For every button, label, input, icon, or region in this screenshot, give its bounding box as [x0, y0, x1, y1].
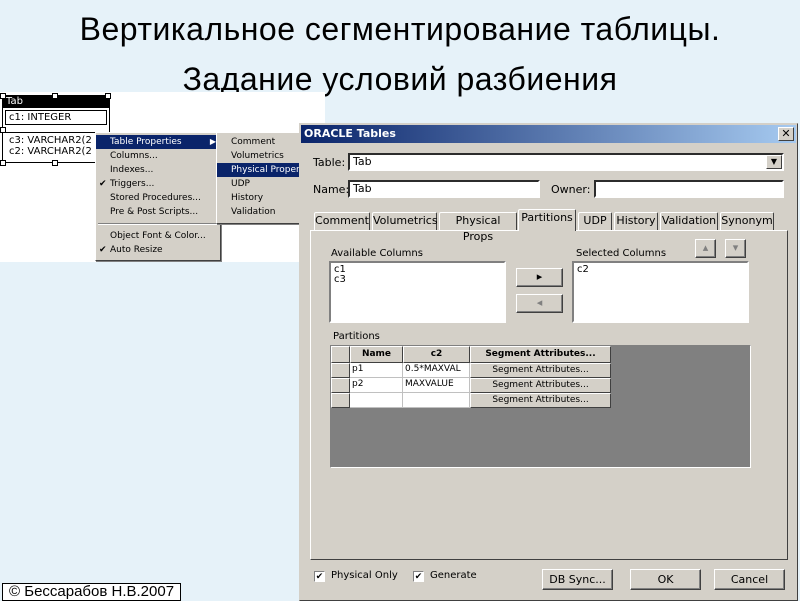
- grid-header-name[interactable]: Name: [350, 346, 403, 363]
- check-icon: ✔: [99, 245, 107, 255]
- menu-item-triggers[interactable]: ✔ Triggers...: [96, 177, 220, 191]
- menu-item-columns[interactable]: Columns...: [96, 149, 220, 163]
- submenu-item-physical-property[interactable]: Physical Property: [217, 163, 309, 177]
- menu-item-auto-resize[interactable]: ✔ Auto Resize: [96, 243, 220, 257]
- segment-attributes-button[interactable]: Segment Attributes...: [470, 378, 611, 393]
- table-row-header[interactable]: [331, 378, 350, 393]
- dialog-title: ORACLE Tables: [304, 127, 396, 140]
- move-left-button[interactable]: ◂: [516, 294, 563, 313]
- slide-title: Вертикальное сегментирование таблицы. За…: [0, 4, 800, 104]
- grid-cell-name[interactable]: [350, 393, 403, 408]
- list-item[interactable]: c2: [577, 265, 744, 275]
- owner-label: Owner:: [551, 183, 591, 196]
- submenu-item-volumetrics[interactable]: Volumetrics: [217, 149, 301, 163]
- selected-columns-list[interactable]: c2: [572, 261, 749, 323]
- grid-corner: [331, 346, 350, 363]
- menu-item-table-properties[interactable]: Table Properties ▶: [96, 135, 220, 149]
- slide-title-line1: Вертикальное сегментирование таблицы.: [79, 11, 721, 47]
- chevron-down-icon[interactable]: ▼: [766, 155, 782, 169]
- grid-cell-c2[interactable]: MAXVALUE: [403, 378, 470, 393]
- db-sync-button[interactable]: DB Sync...: [542, 569, 613, 590]
- table-select[interactable]: Tab ▼: [348, 153, 784, 171]
- physical-only-label: Physical Only: [331, 570, 398, 581]
- check-icon: ✔: [99, 179, 107, 189]
- submenu-item-history[interactable]: History: [217, 191, 301, 205]
- grid-cell-name[interactable]: p2: [350, 378, 403, 393]
- move-up-button[interactable]: ▴: [695, 239, 716, 258]
- menu-item-stored-procedures[interactable]: Stored Procedures...: [96, 191, 220, 205]
- menu-item-indexes[interactable]: Indexes...: [96, 163, 220, 177]
- tab-history[interactable]: History: [614, 212, 658, 230]
- arrow-right-icon: ▸: [536, 270, 543, 283]
- owner-field[interactable]: [594, 180, 784, 198]
- segment-attributes-button[interactable]: Segment Attributes...: [470, 363, 611, 378]
- available-columns-label: Available Columns: [331, 248, 423, 259]
- tab-comment[interactable]: Comment: [314, 212, 370, 230]
- entity-divider: [3, 127, 109, 133]
- grid-header-c2[interactable]: c2: [403, 346, 470, 363]
- cancel-button[interactable]: Cancel: [714, 569, 785, 590]
- grid-cell-c2[interactable]: [403, 393, 470, 408]
- grid-cell-name[interactable]: p1: [350, 363, 403, 378]
- partitions-label: Partitions: [333, 331, 380, 342]
- arrow-down-icon: ▾: [732, 241, 739, 254]
- arrow-left-icon: ◂: [536, 296, 543, 309]
- dialog-titlebar[interactable]: ORACLE Tables ✕: [301, 125, 796, 143]
- generate-checkbox[interactable]: ✔: [413, 571, 424, 582]
- entity-column-c3[interactable]: c3: VARCHAR2(2: [3, 135, 109, 146]
- resize-handle[interactable]: [0, 160, 6, 166]
- tab-physical-props[interactable]: Physical Props: [439, 212, 517, 243]
- selected-columns-label: Selected Columns: [576, 248, 667, 259]
- table-row-header[interactable]: [331, 393, 350, 408]
- menu-item-pre-post-scripts[interactable]: Pre & Post Scripts...: [96, 205, 220, 219]
- context-menu: Table Properties ▶ Columns... Indexes...…: [95, 132, 221, 261]
- entity-column-c1[interactable]: c1: INTEGER: [5, 110, 107, 125]
- tab-udp[interactable]: UDP: [578, 212, 612, 230]
- copyright-label: © Бессарабов Н.В.2007: [2, 583, 182, 601]
- arrow-up-icon: ▴: [702, 241, 709, 254]
- close-icon: ✕: [781, 127, 791, 140]
- menu-item-object-font-color[interactable]: Object Font & Color...: [96, 229, 220, 243]
- resize-handle[interactable]: [52, 93, 58, 99]
- grid-cell-c2[interactable]: 0.5*MAXVAL: [403, 363, 470, 378]
- move-right-button[interactable]: ▸: [516, 268, 563, 287]
- table-label: Table:: [313, 156, 346, 169]
- menu-separator: [98, 223, 218, 225]
- submenu-item-validation[interactable]: Validation: [217, 205, 301, 219]
- name-label: Name:: [313, 183, 350, 196]
- name-field[interactable]: Tab: [348, 180, 540, 198]
- segment-attributes-button[interactable]: Segment Attributes...: [470, 393, 611, 408]
- tab-volumetrics[interactable]: Volumetrics: [372, 212, 438, 230]
- physical-only-checkbox[interactable]: ✔: [314, 571, 325, 582]
- tab-synonym[interactable]: Synonym: [720, 212, 774, 230]
- submenu: Comment Volumetrics Physical Property UD…: [216, 132, 309, 224]
- check-icon: ✔: [315, 571, 324, 581]
- resize-handle[interactable]: [0, 93, 6, 99]
- generate-label: Generate: [430, 570, 477, 581]
- move-down-button[interactable]: ▾: [725, 239, 746, 258]
- available-columns-list[interactable]: c1 c3: [329, 261, 506, 323]
- submenu-item-comment[interactable]: Comment: [217, 135, 301, 149]
- tab-partitions[interactable]: Partitions: [518, 209, 576, 231]
- resize-handle[interactable]: [105, 93, 111, 99]
- ok-button[interactable]: OK: [630, 569, 701, 590]
- entity-column-c2[interactable]: c2: VARCHAR2(2: [3, 146, 109, 157]
- resize-handle[interactable]: [0, 127, 6, 133]
- list-item[interactable]: c1: [334, 265, 501, 275]
- check-icon: ✔: [414, 571, 423, 581]
- close-button[interactable]: ✕: [778, 127, 794, 141]
- list-item[interactable]: c3: [334, 275, 501, 285]
- tab-validation[interactable]: Validation: [660, 212, 718, 230]
- submenu-item-udp[interactable]: UDP: [217, 177, 301, 191]
- grid-header-segment-attributes[interactable]: Segment Attributes...: [470, 346, 611, 363]
- table-row-header[interactable]: [331, 363, 350, 378]
- entity-box[interactable]: Tab c1: INTEGER c3: VARCHAR2(2 c2: VARCH…: [2, 95, 110, 163]
- resize-handle[interactable]: [52, 160, 58, 166]
